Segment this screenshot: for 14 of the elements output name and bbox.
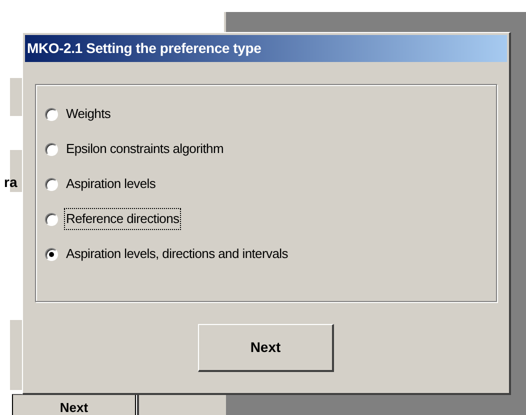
option-label[interactable]: Weights bbox=[64, 103, 113, 125]
option-label[interactable]: Epsilon constraints algorithm bbox=[64, 138, 226, 160]
next-button[interactable]: Next bbox=[12, 394, 136, 415]
radio-button[interactable] bbox=[45, 142, 58, 156]
radio-button[interactable] bbox=[45, 248, 58, 260]
option-label[interactable]: Aspiration levels bbox=[64, 173, 158, 195]
radio-button[interactable] bbox=[45, 108, 58, 120]
partial-label: ra bbox=[4, 173, 18, 192]
option-label[interactable]: Reference directions bbox=[64, 208, 182, 230]
radio-button[interactable] bbox=[45, 178, 58, 190]
window-title: MKO-2.1 Setting the preference type bbox=[25, 35, 507, 62]
option-label[interactable]: Aspiration levels, directions and intervals bbox=[64, 243, 290, 265]
next-button[interactable]: Next bbox=[198, 324, 334, 372]
radio-button[interactable] bbox=[45, 212, 58, 226]
